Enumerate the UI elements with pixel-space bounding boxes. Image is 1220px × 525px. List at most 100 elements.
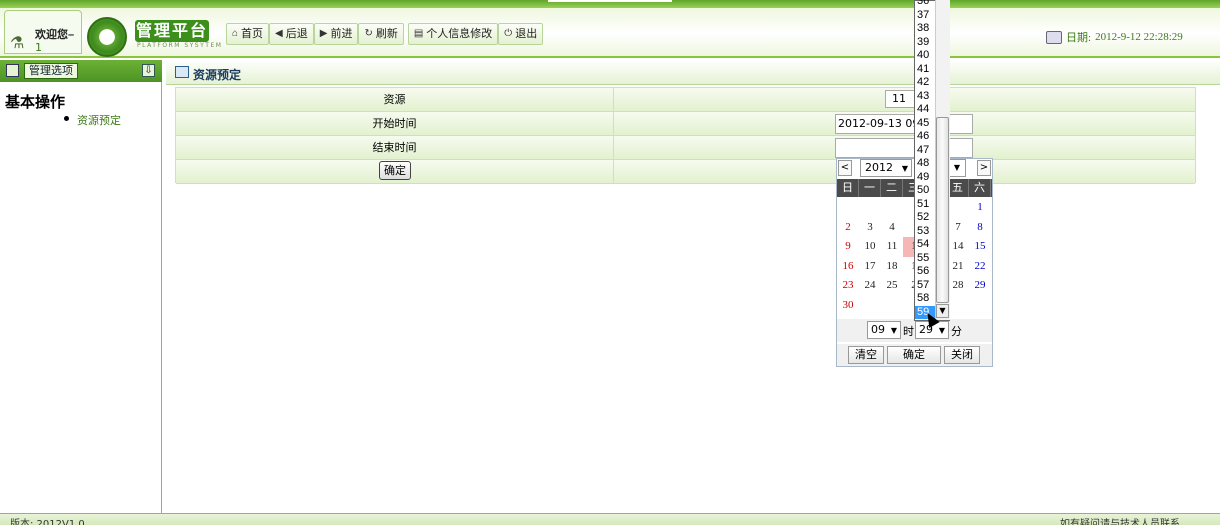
calendar-day	[859, 198, 881, 218]
calendar-day[interactable]: 14	[947, 237, 969, 257]
menu-grid-icon	[6, 64, 19, 77]
power-icon: ⏻	[504, 28, 513, 39]
chevron-down-icon: ▼	[890, 326, 897, 335]
home-label: 首页	[241, 28, 264, 40]
calendar-day[interactable]: 7	[947, 218, 969, 238]
confirm-button[interactable]: 确定	[887, 346, 941, 364]
form-row-start: 开始时间	[176, 112, 1195, 136]
minute-option[interactable]: 52	[915, 211, 935, 225]
user-icon: ⚗	[10, 33, 25, 52]
minute-option[interactable]: 48	[915, 157, 935, 171]
scroll-down-icon[interactable]: ▼	[936, 304, 949, 318]
submit-button[interactable]: 确定	[379, 161, 411, 180]
collapse-down-icon[interactable]: ⇩	[142, 64, 155, 77]
back-arrow-icon: ◀	[275, 28, 283, 39]
minute-option[interactable]: 57	[915, 279, 935, 293]
minute-option[interactable]: 46	[915, 130, 935, 144]
back-button[interactable]: ◀ 后退	[269, 23, 314, 45]
prev-month-button[interactable]: <	[838, 160, 852, 176]
calendar-day[interactable]: 23	[837, 276, 859, 296]
weekday-sat: 六	[969, 179, 991, 197]
calendar-day[interactable]: 25	[881, 276, 903, 296]
header-tab-gap	[548, 0, 672, 2]
close-button[interactable]: 关闭	[944, 346, 980, 364]
calendar-day[interactable]: 3	[859, 218, 881, 238]
year-value: 2012	[865, 161, 893, 174]
calendar-day[interactable]: 28	[947, 276, 969, 296]
calendar-day[interactable]: 29	[969, 276, 991, 296]
minute-option[interactable]: 43	[915, 90, 935, 104]
home-icon: ⌂	[232, 28, 239, 39]
page-title: 资源预定	[193, 68, 242, 82]
form-row-submit	[176, 160, 1195, 184]
calendar-day[interactable]: 21	[947, 257, 969, 277]
calendar-day[interactable]: 1	[969, 198, 991, 218]
minute-option[interactable]: 44	[915, 103, 935, 117]
forward-arrow-icon: ▶	[319, 28, 328, 39]
window-icon	[175, 66, 189, 78]
calendar-day[interactable]: 2	[837, 218, 859, 238]
hour-select[interactable]: 09 ▼	[867, 321, 901, 339]
weekday-sun: 日	[837, 179, 859, 197]
minute-option[interactable]: 39	[915, 36, 935, 50]
chevron-down-icon: ▼	[901, 164, 908, 173]
start-time-input[interactable]: 2012-09-13 09:	[835, 114, 973, 134]
next-month-button[interactable]: >	[977, 160, 991, 176]
minute-option[interactable]: 49	[915, 171, 935, 185]
date-value: 2012-9-12 22:28:29	[1095, 31, 1183, 43]
calendar-day	[859, 296, 881, 316]
calendar-day[interactable]: 4	[881, 218, 903, 238]
logout-button[interactable]: ⏻ 退出	[498, 23, 544, 45]
calendar-day[interactable]: 9	[837, 237, 859, 257]
minute-option[interactable]: 36	[915, 0, 935, 9]
calendar-day[interactable]: 18	[881, 257, 903, 277]
start-time-label: 开始时间	[176, 112, 614, 136]
calendar-day[interactable]: 15	[969, 237, 991, 257]
calendar-day[interactable]: 16	[837, 257, 859, 277]
user-id: 1	[35, 41, 42, 54]
minute-option[interactable]: 56	[915, 265, 935, 279]
minute-option[interactable]: 38	[915, 22, 935, 36]
refresh-button[interactable]: ↻ 刷新	[358, 23, 404, 45]
hour-label: 时	[903, 325, 914, 338]
minute-option[interactable]: 47	[915, 144, 935, 158]
calendar-day[interactable]: 22	[969, 257, 991, 277]
calendar-day[interactable]: 24	[859, 276, 881, 296]
minute-option[interactable]: 58	[915, 292, 935, 306]
chevron-down-icon: ▼	[938, 326, 945, 335]
minute-option[interactable]: 37	[915, 9, 935, 23]
weekday-tue: 二	[881, 179, 903, 197]
toolbar: ⌂ 首页 ◀ 后退 ▶ 前进 ↻ 刷新 ▤ 个人信息修改 ⏻ 退出	[226, 23, 544, 45]
scrollbar-thumb[interactable]	[936, 117, 949, 303]
calendar-day	[969, 296, 991, 316]
date-label: 日期:	[1066, 32, 1092, 44]
home-button[interactable]: ⌂ 首页	[226, 23, 270, 45]
profile-edit-button[interactable]: ▤ 个人信息修改	[407, 23, 499, 45]
calendar-day[interactable]: 10	[859, 237, 881, 257]
calendar-day[interactable]: 17	[859, 257, 881, 277]
forward-button[interactable]: ▶ 前进	[313, 23, 359, 45]
calendar-day	[837, 198, 859, 218]
minute-option[interactable]: 55	[915, 252, 935, 266]
forward-label: 前进	[330, 28, 353, 40]
minute-option[interactable]: 51	[915, 198, 935, 212]
clear-button[interactable]: 清空	[848, 346, 884, 364]
end-time-input[interactable]	[835, 138, 973, 158]
minute-option[interactable]: 40	[915, 49, 935, 63]
minute-option[interactable]: 53	[915, 225, 935, 239]
minute-option[interactable]: 45	[915, 117, 935, 131]
logo-icon	[87, 17, 127, 57]
calendar-day[interactable]: 8	[969, 218, 991, 238]
calendar-day	[881, 198, 903, 218]
minute-option[interactable]: 42	[915, 76, 935, 90]
calendar-day[interactable]: 11	[881, 237, 903, 257]
minute-option[interactable]: 41	[915, 63, 935, 77]
contact-text: 如有疑问请与技术人员联系	[1060, 519, 1180, 525]
minute-option[interactable]: 54	[915, 238, 935, 252]
month-select[interactable]: ▼	[948, 159, 966, 177]
minute-option[interactable]: 50	[915, 184, 935, 198]
year-select[interactable]: 2012 ▼	[860, 159, 912, 177]
sidebar	[0, 60, 162, 515]
sidebar-item-resource-booking[interactable]: 资源预定	[77, 112, 121, 128]
calendar-day[interactable]: 30	[837, 296, 859, 316]
